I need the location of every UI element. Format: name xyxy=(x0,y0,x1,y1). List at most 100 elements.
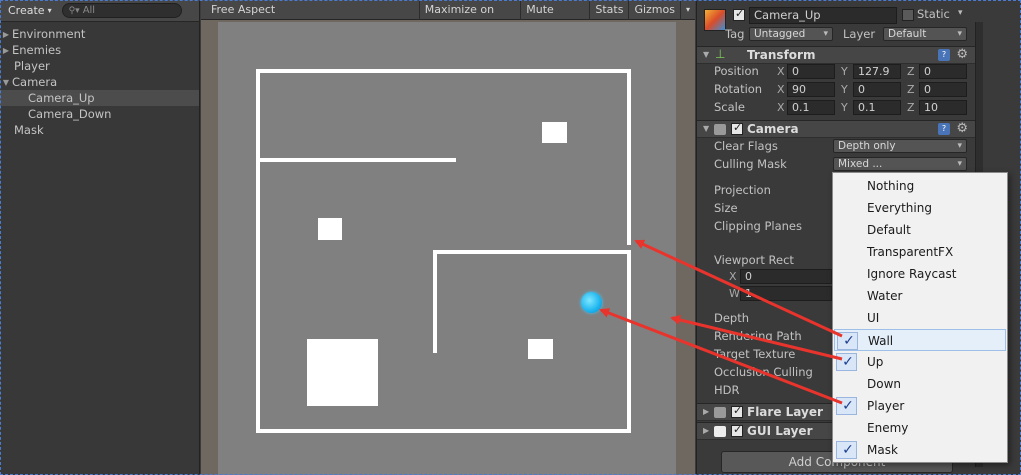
rendering-path-label: Rendering Path xyxy=(714,329,802,343)
maze-wall xyxy=(433,250,631,254)
scale-z-field[interactable]: 10 xyxy=(919,100,967,115)
maze-wall xyxy=(627,69,631,245)
flare-layer-title: Flare Layer xyxy=(747,405,823,419)
stats-toggle[interactable]: Stats xyxy=(589,0,628,20)
help-icon[interactable]: ? xyxy=(938,123,950,135)
position-z-field[interactable]: 0 xyxy=(919,64,967,79)
expand-arrow-icon[interactable]: ▶ xyxy=(0,46,12,55)
hierarchy-search-input[interactable]: ⚲▾ All xyxy=(61,3,182,18)
checkmark-icon: ✓ xyxy=(843,333,855,349)
axis-y-label: Y xyxy=(841,65,848,78)
transform-header[interactable]: ▼ ⊥ Transform ? ⚙ xyxy=(697,46,976,64)
mask-option-mask[interactable]: ✓ Mask xyxy=(834,439,1006,461)
collapse-arrow-icon[interactable]: ▼ xyxy=(703,50,709,59)
position-y-field[interactable]: 127.9 xyxy=(853,64,901,79)
mask-option-player[interactable]: ✓ Player xyxy=(834,395,1006,417)
scale-y-field[interactable]: 0.1 xyxy=(853,100,901,115)
create-dropdown[interactable]: Create ▾ xyxy=(4,4,56,17)
viewport-w-field[interactable]: 1 xyxy=(740,286,832,301)
static-chevron-icon[interactable]: ▾ xyxy=(958,8,963,18)
scale-label: Scale xyxy=(714,100,745,114)
scale-x-field[interactable]: 0.1 xyxy=(787,100,835,115)
transform-icon: ⊥ xyxy=(715,47,726,61)
viewport-w-label: W xyxy=(729,287,740,300)
mask-option-transparentfx[interactable]: TransparentFX xyxy=(834,241,1006,263)
maximize-on-play-toggle[interactable]: Maximize on Play xyxy=(418,0,520,36)
occlusion-culling-label: Occlusion Culling xyxy=(714,365,813,379)
object-name-field[interactable]: Camera_Up xyxy=(749,7,897,24)
tree-item-camera-down[interactable]: Camera_Down xyxy=(0,106,199,122)
gui-layer-icon xyxy=(714,426,726,437)
camera-header[interactable]: ▼ Camera ? ⚙ xyxy=(697,120,976,138)
maze-block xyxy=(307,339,378,406)
position-x-field[interactable]: 0 xyxy=(787,64,835,79)
gui-layer-checkbox[interactable] xyxy=(731,423,743,437)
mask-option-ignore-raycast[interactable]: Ignore Raycast xyxy=(834,263,1006,285)
flare-layer-checkbox[interactable] xyxy=(731,404,743,418)
axis-x-label: X xyxy=(777,65,785,78)
rotation-z-field[interactable]: 0 xyxy=(919,82,967,97)
camera-enabled-checkbox[interactable] xyxy=(731,121,743,135)
tree-item-environment[interactable]: ▶ Environment xyxy=(0,26,199,42)
mask-option-up[interactable]: ✓ Up xyxy=(834,351,1006,373)
hdr-label: HDR xyxy=(714,383,740,397)
active-checkbox[interactable] xyxy=(733,7,745,21)
expand-arrow-icon[interactable]: ▶ xyxy=(0,30,12,39)
viewport-x-field[interactable]: 0 xyxy=(740,269,832,284)
camera-title: Camera xyxy=(747,122,799,136)
gui-layer-title: GUI Layer xyxy=(747,424,813,438)
checkmark-icon: ✓ xyxy=(842,398,854,414)
tree-item-label: Player xyxy=(14,59,50,73)
culling-mask-dropdown[interactable]: Mixed ... xyxy=(833,157,967,171)
static-checkbox[interactable] xyxy=(902,9,914,21)
mask-option-label: Player xyxy=(867,399,905,413)
hierarchy-tree: ▶ Environment ▶ Enemies Player ▼ Camera … xyxy=(0,22,199,138)
checkmark-icon: ✓ xyxy=(842,354,854,370)
gizmos-chevron-icon[interactable]: ▾ xyxy=(679,0,695,20)
expand-arrow-icon[interactable]: ▶ xyxy=(703,426,709,435)
help-icon[interactable]: ? xyxy=(938,49,950,61)
tag-dropdown[interactable]: Untagged xyxy=(749,27,833,41)
tree-item-label: Enemies xyxy=(12,43,62,57)
mask-option-wall[interactable]: ✓ Wall xyxy=(834,329,1006,351)
gear-icon[interactable]: ⚙ xyxy=(956,47,968,62)
gizmos-dropdown[interactable]: Gizmos xyxy=(628,0,680,20)
mask-option-default[interactable]: Default xyxy=(834,219,1006,241)
mute-audio-toggle[interactable]: Mute audio xyxy=(520,0,589,36)
collapse-arrow-icon[interactable]: ▼ xyxy=(703,124,709,133)
collapse-arrow-icon[interactable]: ▼ xyxy=(0,78,12,87)
mask-option-label: Enemy xyxy=(867,421,909,435)
mask-option-label: Water xyxy=(867,289,903,303)
aspect-dropdown[interactable]: Free Aspect xyxy=(201,3,419,16)
camera-icon xyxy=(714,124,726,135)
mask-option-nothing[interactable]: Nothing xyxy=(834,175,1006,197)
maze-block xyxy=(528,339,553,359)
game-viewport[interactable] xyxy=(218,22,676,475)
rotation-label: Rotation xyxy=(714,82,763,96)
tree-item-player[interactable]: Player xyxy=(0,58,199,74)
search-icon: ⚲▾ xyxy=(68,5,80,16)
mask-option-ui[interactable]: UI xyxy=(834,307,1006,329)
expand-arrow-icon[interactable]: ▶ xyxy=(703,407,709,416)
rotation-x-field[interactable]: 90 xyxy=(787,82,835,97)
projection-label: Projection xyxy=(714,183,771,197)
axis-y-label: Y xyxy=(841,101,848,114)
mask-option-down[interactable]: Down xyxy=(834,373,1006,395)
clear-flags-dropdown[interactable]: Depth only xyxy=(833,139,967,153)
tree-item-enemies[interactable]: ▶ Enemies xyxy=(0,42,199,58)
tree-item-camera[interactable]: ▼ Camera xyxy=(0,74,199,90)
tree-item-label: Camera xyxy=(12,75,58,89)
rotation-y-field[interactable]: 0 xyxy=(853,82,901,97)
static-label: Static xyxy=(917,7,950,21)
chevron-down-icon: ▾ xyxy=(47,6,52,15)
layer-dropdown[interactable]: Default xyxy=(883,27,967,41)
mask-option-enemy[interactable]: Enemy xyxy=(834,417,1006,439)
mask-option-everything[interactable]: Everything xyxy=(834,197,1006,219)
gear-icon[interactable]: ⚙ xyxy=(956,121,968,136)
mask-option-label: Wall xyxy=(868,334,894,348)
maze-wall xyxy=(256,69,260,433)
tree-item-mask[interactable]: Mask xyxy=(0,122,199,138)
transform-title: Transform xyxy=(747,48,816,62)
tree-item-camera-up[interactable]: Camera_Up xyxy=(0,90,199,106)
mask-option-water[interactable]: Water xyxy=(834,285,1006,307)
